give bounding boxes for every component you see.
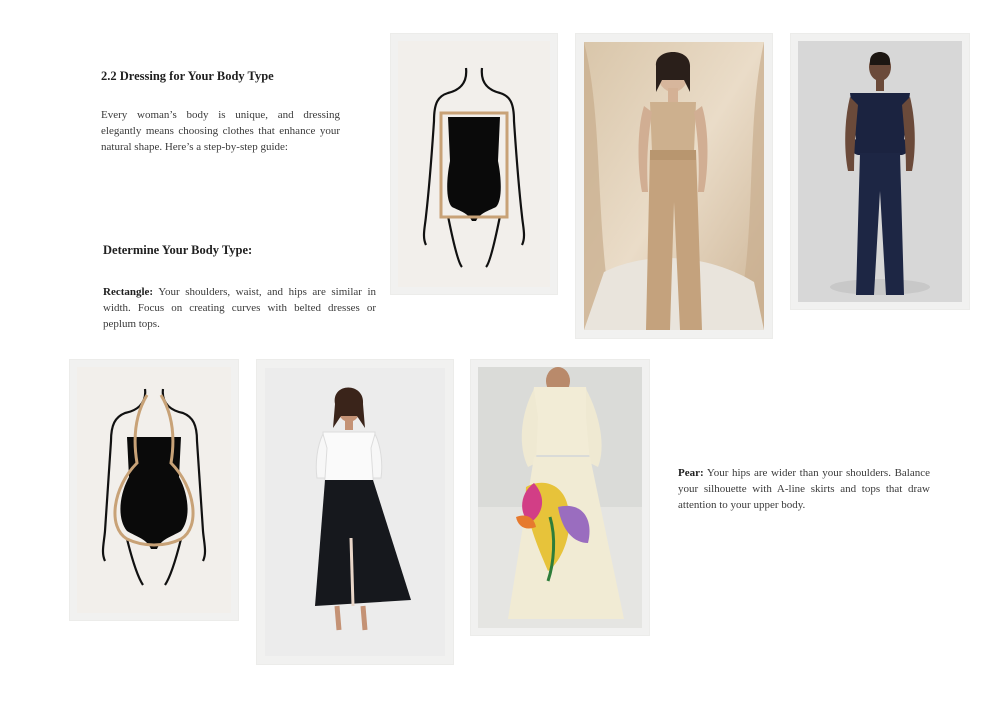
pear-illustration-frame [70, 360, 238, 620]
body-type-subheading: Determine Your Body Type: [103, 243, 253, 257]
beige-outfit-frame [576, 34, 772, 338]
floral-dress-frame [471, 360, 649, 635]
rectangle-description: Rectangle: Your shoulders, waist, and hi… [103, 284, 376, 332]
navy-outfit-frame [791, 34, 969, 309]
rectangle-illustration [398, 41, 550, 287]
pear-illustration [77, 367, 231, 613]
beige-outfit-photo [584, 42, 764, 330]
skirt-outfit-photo [265, 368, 445, 656]
rectangle-illustration-frame [391, 34, 557, 294]
rectangle-label: Rectangle: [103, 286, 154, 298]
pear-text: Your hips are wider than your shoulders.… [678, 467, 930, 511]
section-title: 2.2 Dressing for Your Body Type [101, 69, 274, 83]
intro-paragraph: Every woman’s body is unique, and dressi… [101, 109, 340, 153]
pear-label: Pear: [678, 467, 704, 479]
skirt-outfit-frame [257, 360, 453, 664]
floral-dress-photo [478, 367, 642, 628]
navy-outfit-photo [798, 41, 962, 302]
pear-description: Pear: Your hips are wider than your shou… [678, 465, 930, 513]
